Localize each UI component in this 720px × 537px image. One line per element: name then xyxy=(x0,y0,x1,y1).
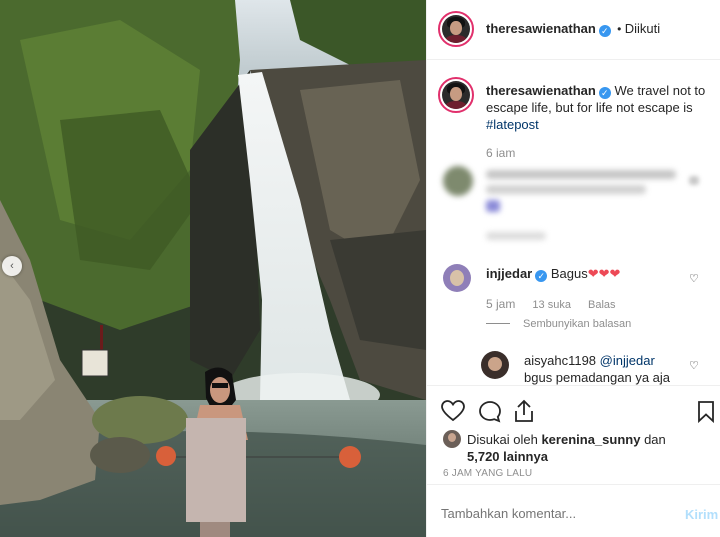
comment-time[interactable]: 5 jam xyxy=(486,297,515,311)
blurred-avatar xyxy=(443,166,473,196)
likes-count-button[interactable]: 5,720 lainnya xyxy=(467,449,548,464)
comment-text: Bagus xyxy=(550,266,588,281)
likes-joiner: dan xyxy=(644,432,666,447)
comment-icon[interactable] xyxy=(478,400,502,423)
header-separator: • xyxy=(617,22,622,36)
comment-username[interactable]: injjedar xyxy=(486,266,532,281)
reply-button[interactable]: Balas xyxy=(588,299,616,311)
likes-prefix: Disukai oleh xyxy=(467,432,538,447)
blurred-line xyxy=(486,185,646,194)
add-comment-bar: Kirim xyxy=(427,484,720,537)
heart-icon[interactable] xyxy=(441,400,465,422)
post-detail-panel: theresawienathan ✓ • Diikuti theresawiena… xyxy=(426,0,720,537)
verified-badge-icon: ✓ xyxy=(598,87,611,99)
post-comment-button[interactable]: Kirim xyxy=(685,507,718,522)
chevron-left-icon: ‹ xyxy=(10,260,14,272)
reply: aisyahc1198 @injjedar bgus pemadangan ya… xyxy=(524,352,694,386)
blurred-emoji xyxy=(486,200,500,212)
hide-replies-button[interactable]: Sembunyikan balasan xyxy=(523,318,631,330)
reply-avatar[interactable] xyxy=(481,351,509,379)
liker-avatar[interactable] xyxy=(443,430,461,448)
caption-author-avatar[interactable] xyxy=(438,77,474,113)
carousel-prev-button[interactable]: ‹ xyxy=(2,256,22,276)
author-username[interactable]: theresawienathan xyxy=(486,21,596,36)
caption-hashtag[interactable]: #latepost xyxy=(486,117,539,132)
post-header: theresawienathan ✓ • Diikuti xyxy=(427,0,720,60)
blurred-meta xyxy=(486,232,546,240)
waterfall-scene xyxy=(0,0,426,537)
follow-status-button[interactable]: Diikuti xyxy=(625,21,660,36)
comment-like-heart-icon[interactable]: ♡ xyxy=(689,272,699,285)
reply-mention[interactable]: @injjedar xyxy=(600,353,655,368)
comment-meta: 5 jam 13 suka Balas xyxy=(486,297,616,311)
comment: injjedar ✓ Bagus❤❤❤ xyxy=(486,266,620,282)
bookmark-icon[interactable] xyxy=(697,400,715,423)
comment-input[interactable] xyxy=(441,506,661,521)
likes-summary: Disukai oleh kerenina_sunny dan 5,720 la… xyxy=(467,431,707,465)
reply-username[interactable]: aisyahc1198 xyxy=(524,353,596,368)
caption-time[interactable]: 6 iam xyxy=(486,146,515,160)
reply-text: bgus pemadangan ya aja xyxy=(524,370,671,385)
caption-username[interactable]: theresawienathan xyxy=(486,83,596,98)
share-icon[interactable] xyxy=(513,399,535,423)
caption: theresawienathan ✓ We travel not to escap… xyxy=(486,82,711,133)
likes-user[interactable]: kerenina_sunny xyxy=(541,432,640,447)
blurred-line xyxy=(486,170,676,179)
hide-replies-divider xyxy=(486,323,510,324)
post-photo[interactable]: ‹ xyxy=(0,0,426,537)
verified-badge-icon: ✓ xyxy=(535,270,548,282)
heart-emoji: ❤❤❤ xyxy=(587,266,621,281)
comment-likes[interactable]: 13 suka xyxy=(532,299,571,311)
blurred-heart xyxy=(689,176,699,185)
post-timestamp[interactable]: 6 JAM YANG LALU xyxy=(443,468,532,479)
commenter-avatar[interactable] xyxy=(443,264,471,292)
verified-badge-icon: ✓ xyxy=(598,25,611,37)
author-avatar[interactable] xyxy=(438,11,474,47)
reply-like-heart-icon[interactable]: ♡ xyxy=(689,359,699,372)
